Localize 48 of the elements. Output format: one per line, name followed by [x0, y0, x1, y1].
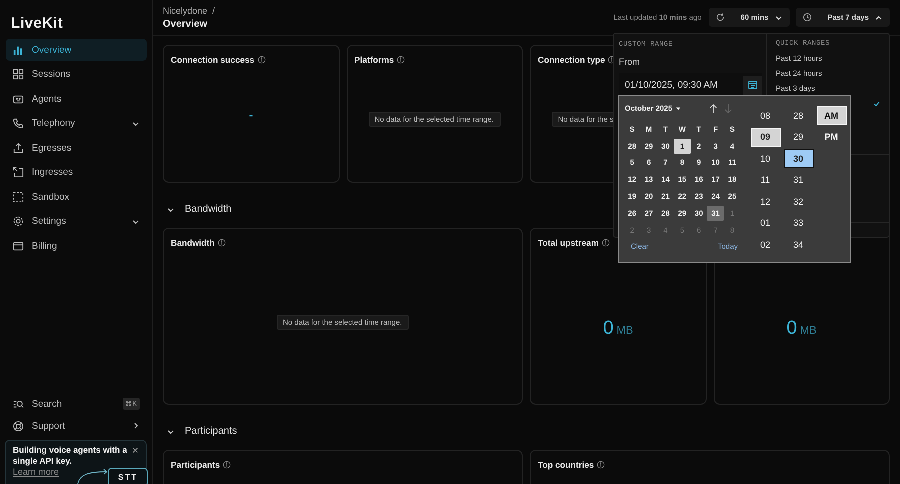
nav-item[interactable]: Sandbox	[6, 186, 147, 208]
minute-option[interactable]: 33	[784, 214, 814, 232]
nav-item[interactable]: Egresses	[6, 137, 147, 159]
page-title: Overview	[163, 18, 208, 30]
minute-option[interactable]: 28	[784, 106, 814, 125]
metric-unit: MB	[616, 325, 634, 337]
section-header[interactable]: Bandwidth	[163, 183, 232, 228]
metric-value: 0	[603, 318, 614, 340]
hour-option[interactable]: 08	[750, 106, 780, 125]
metric-value: 0	[786, 318, 798, 340]
hour-option[interactable]: 10	[750, 149, 780, 168]
metric-unit: MB	[800, 325, 817, 337]
nav-item[interactable]: Overview	[6, 39, 147, 61]
logo[interactable]: LiveKit	[11, 14, 64, 33]
minute-option[interactable]: 34	[784, 235, 814, 254]
minute-option[interactable]: 30	[784, 149, 814, 168]
support-item[interactable]: Support	[6, 415, 147, 437]
learn-more-link[interactable]: Learn more	[13, 467, 60, 478]
nav-item[interactable]: Telephony	[6, 112, 147, 134]
nav-item[interactable]: Ingresses	[6, 162, 147, 184]
nav-item[interactable]: Sessions	[6, 64, 147, 86]
card-title: Connection type	[538, 54, 606, 64]
period-option[interactable]: AM	[816, 106, 846, 125]
nav-item[interactable]: Billing	[6, 235, 147, 257]
breadcrumb-separator: /	[212, 6, 216, 16]
nav-item[interactable]: Agents	[6, 88, 147, 110]
metric-value: -	[249, 108, 254, 122]
nav-item[interactable]: Settings	[6, 210, 147, 232]
hour-option[interactable]: 11	[750, 170, 780, 190]
hour-option[interactable]: 12	[750, 192, 780, 211]
card-title: Top countries	[538, 460, 594, 470]
minute-option[interactable]: 31	[784, 170, 814, 190]
hour-option[interactable]: 02	[750, 235, 780, 254]
minute-option[interactable]: 32	[784, 192, 814, 211]
card-title: Platforms	[354, 54, 394, 64]
minute-option[interactable]: 29	[784, 128, 814, 146]
card-title: Bandwidth	[171, 238, 215, 248]
card-title: Participants	[171, 460, 220, 470]
period-option[interactable]: PM	[816, 128, 846, 146]
section-header[interactable]: Participants	[163, 405, 238, 450]
promo-text: Building voice agents with a single API key.	[13, 445, 128, 467]
card-title: Connection success	[171, 54, 255, 64]
field-label: From	[619, 57, 641, 67]
hour-option[interactable]: 01	[750, 214, 780, 232]
stt-chip: STT	[108, 468, 148, 484]
card-title: Total upstream	[538, 238, 599, 248]
hour-option[interactable]: 09	[750, 128, 780, 146]
breadcrumb-link[interactable]: Nicelydone	[163, 6, 208, 16]
